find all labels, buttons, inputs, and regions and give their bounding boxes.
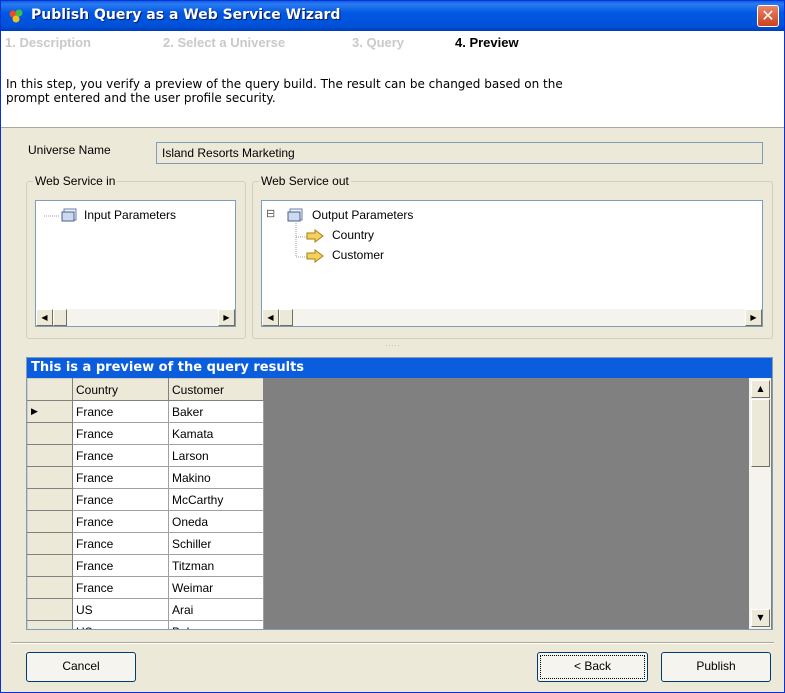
row-selector[interactable] (27, 510, 73, 533)
app-icon (9, 9, 23, 23)
parameter-folder-icon (61, 208, 77, 222)
table-row[interactable]: France Makino (27, 466, 264, 489)
cell-country[interactable]: France (72, 554, 169, 577)
output-field-country[interactable]: Country (332, 228, 374, 242)
preview-panel: This is a preview of the query results C… (26, 357, 773, 630)
current-row-icon: ▶ (31, 406, 38, 416)
web-service-in-legend: Web Service in (33, 174, 118, 188)
universe-name-label: Universe Name (28, 143, 111, 157)
step-query: 3. Query (352, 35, 405, 50)
table-row[interactable]: France Weimar (27, 576, 264, 599)
scroll-thumb[interactable] (279, 309, 293, 326)
table-row[interactable]: US Bel (27, 620, 264, 629)
table-row[interactable]: France Larson (27, 444, 264, 467)
cell-customer[interactable]: Weimar (168, 576, 264, 599)
table-row[interactable]: France Titzman (27, 554, 264, 577)
row-selector[interactable] (27, 488, 73, 511)
cell-customer[interactable]: Bel (168, 620, 264, 629)
row-selector[interactable]: ▶ (27, 400, 73, 423)
column-header-customer[interactable]: Customer (168, 378, 264, 401)
row-selector[interactable] (27, 466, 73, 489)
splitter-handle[interactable]: ····· (381, 344, 405, 350)
web-service-in-group: Web Service in Input Parameters ◀ ▶ (26, 174, 246, 339)
cell-country[interactable]: France (72, 532, 169, 555)
scroll-right-icon[interactable]: ▶ (745, 309, 762, 326)
table-row[interactable]: France Schiller (27, 532, 264, 555)
cell-customer[interactable]: Titzman (168, 554, 264, 577)
step-select-universe: 2. Select a Universe (163, 35, 286, 50)
table-row[interactable]: ▶ France Baker (27, 400, 264, 423)
row-header-corner (27, 378, 73, 401)
close-button[interactable]: ✕ (757, 5, 779, 27)
cell-customer[interactable]: Oneda (168, 510, 264, 533)
collapse-icon[interactable]: ⊟ (266, 207, 275, 220)
cell-customer[interactable]: Larson (168, 444, 264, 467)
table-row[interactable]: France Kamata (27, 422, 264, 445)
wizard-window: Publish Query as a Web Service Wizard ✕ … (0, 0, 785, 693)
web-service-out-legend: Web Service out (259, 174, 351, 188)
title-bar[interactable]: Publish Query as a Web Service Wizard ✕ (1, 1, 784, 31)
output-parameters-tree[interactable]: ⊟ Output Parameters Country Customer ◀ ▶ (261, 200, 763, 327)
column-header-country[interactable]: Country (72, 378, 169, 401)
scroll-down-icon[interactable]: ▼ (751, 609, 770, 627)
cell-customer[interactable]: McCarthy (168, 488, 264, 511)
row-selector[interactable] (27, 554, 73, 577)
scroll-up-icon[interactable]: ▲ (751, 380, 770, 398)
cell-country[interactable]: US (72, 598, 169, 621)
web-service-out-group: Web Service out ⊟ Output Parameters Coun… (252, 174, 773, 339)
cell-country[interactable]: US (72, 620, 169, 629)
row-selector[interactable] (27, 444, 73, 467)
cell-customer[interactable]: Arai (168, 598, 264, 621)
row-selector[interactable] (27, 532, 73, 555)
input-parameters-node[interactable]: Input Parameters (84, 208, 176, 222)
cancel-button[interactable]: Cancel (26, 652, 136, 682)
back-button[interactable]: < Back (537, 652, 648, 682)
scroll-thumb[interactable] (53, 309, 67, 326)
dimension-object-icon (306, 229, 324, 243)
scroll-thumb[interactable] (751, 399, 770, 467)
table-row[interactable]: France McCarthy (27, 488, 264, 511)
results-vscrollbar[interactable]: ▲ ▼ (749, 378, 771, 629)
input-tree-hscrollbar[interactable]: ◀ ▶ (36, 309, 235, 326)
parameter-folder-icon (287, 208, 303, 222)
step-description: 1. Description (5, 35, 91, 50)
cell-country[interactable]: France (72, 510, 169, 533)
row-selector[interactable] (27, 422, 73, 445)
row-selector[interactable] (27, 576, 73, 599)
universe-name-field: Island Resorts Marketing (156, 142, 763, 164)
results-grid[interactable]: Country Customer ▶ France Baker France K… (27, 378, 264, 629)
row-selector[interactable] (27, 620, 73, 629)
dimension-object-icon (306, 249, 324, 263)
scroll-left-icon[interactable]: ◀ (36, 309, 53, 326)
footer-divider (11, 642, 774, 644)
cell-country[interactable]: France (72, 422, 169, 445)
grid-header-row: Country Customer (27, 378, 264, 401)
window-title: Publish Query as a Web Service Wizard (31, 7, 341, 23)
table-row[interactable]: US Arai (27, 598, 264, 621)
close-icon: ✕ (761, 6, 775, 25)
scroll-left-icon[interactable]: ◀ (262, 309, 279, 326)
cell-country[interactable]: France (72, 400, 169, 423)
step-description-text: In this step, you verify a preview of th… (6, 77, 563, 105)
step-indicator: 1. Description 2. Select a Universe 3. Q… (5, 33, 775, 53)
scroll-right-icon[interactable]: ▶ (218, 309, 235, 326)
cell-country[interactable]: France (72, 488, 169, 511)
input-parameters-tree[interactable]: Input Parameters ◀ ▶ (35, 200, 236, 327)
row-selector[interactable] (27, 598, 73, 621)
cell-customer[interactable]: Kamata (168, 422, 264, 445)
cell-country[interactable]: France (72, 466, 169, 489)
wizard-header: 1. Description 2. Select a Universe 3. Q… (1, 31, 784, 128)
cell-country[interactable]: France (72, 444, 169, 467)
cell-customer[interactable]: Schiller (168, 532, 264, 555)
step-preview: 4. Preview (455, 35, 519, 50)
cell-customer[interactable]: Makino (168, 466, 264, 489)
output-tree-hscrollbar[interactable]: ◀ ▶ (262, 309, 762, 326)
output-parameters-node[interactable]: Output Parameters (312, 208, 413, 222)
output-field-customer[interactable]: Customer (332, 248, 384, 262)
cell-country[interactable]: France (72, 576, 169, 599)
publish-button[interactable]: Publish (661, 652, 771, 682)
cell-customer[interactable]: Baker (168, 400, 264, 423)
table-row[interactable]: France Oneda (27, 510, 264, 533)
preview-title: This is a preview of the query results (27, 358, 772, 378)
